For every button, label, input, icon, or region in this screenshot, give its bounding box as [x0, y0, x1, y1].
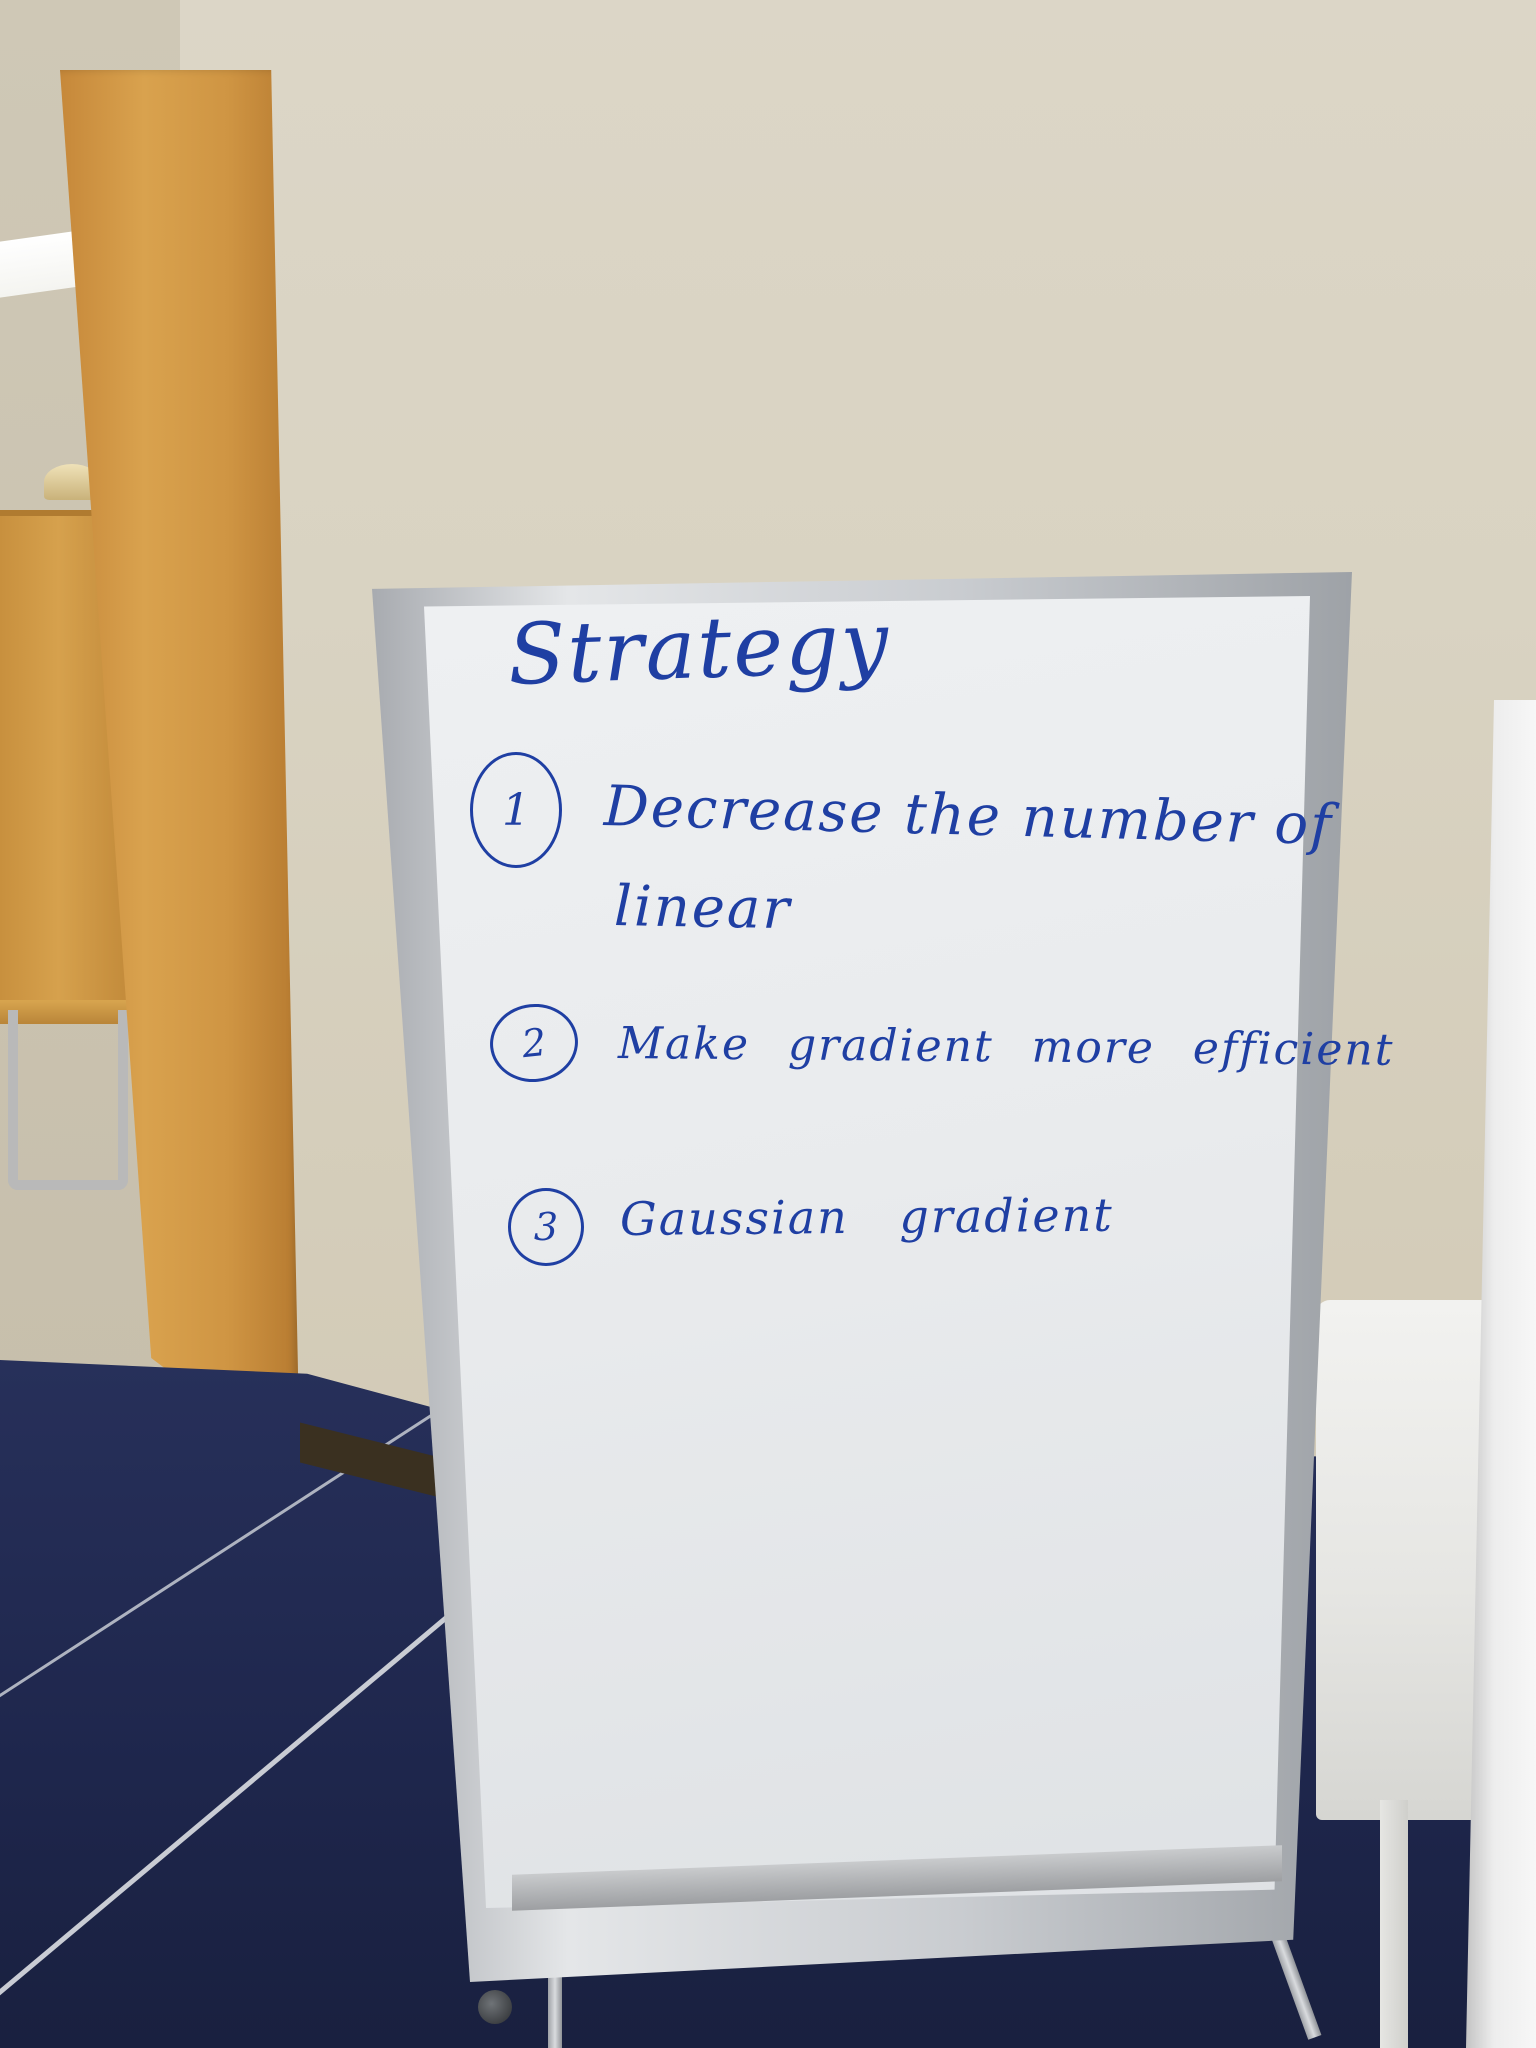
- ceiling-light: [0, 230, 80, 298]
- board-wheel: [478, 1990, 512, 2024]
- office-scene: Strategy 1 Decrease the number of linear…: [0, 0, 1536, 2048]
- whiteboard-surface: [424, 596, 1310, 1908]
- white-chair: [1316, 1300, 1496, 1820]
- background-chair: [8, 1010, 128, 1190]
- white-chair-leg: [1380, 1800, 1408, 2048]
